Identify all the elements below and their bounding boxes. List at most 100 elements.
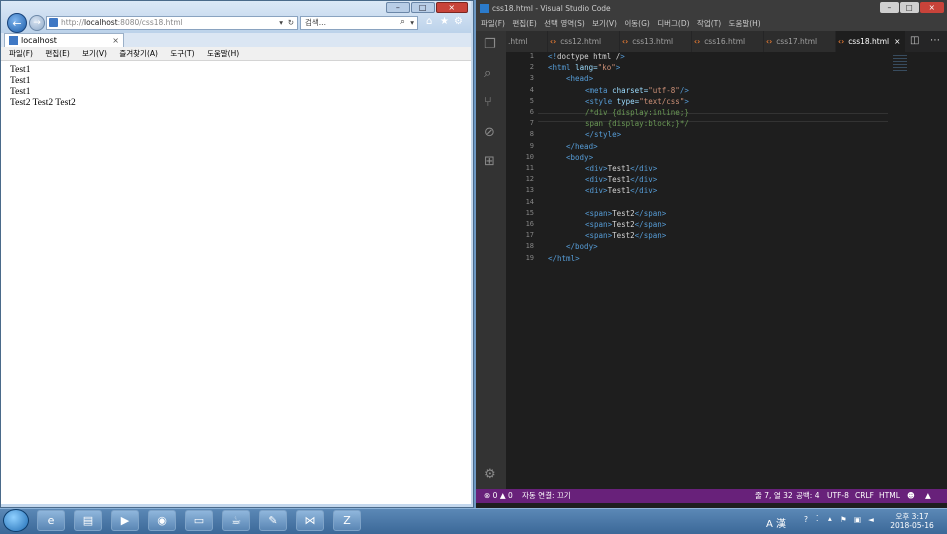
- menu-file[interactable]: 파일(F): [9, 49, 33, 58]
- line-number: 2: [529, 63, 534, 71]
- cursor-position[interactable]: 줄 7, 열 32: [755, 489, 793, 503]
- address-path: :8080/css18.html: [117, 18, 183, 27]
- tab-close-icon[interactable]: ×: [894, 37, 900, 46]
- favorites-star-icon[interactable]: ★: [440, 16, 449, 27]
- chrome-taskbar-icon[interactable]: ◉: [148, 510, 176, 531]
- help-icon[interactable]: ?: [804, 515, 808, 524]
- line-number: 15: [525, 209, 534, 217]
- tab-css16[interactable]: ‹› css16.html: [692, 31, 764, 52]
- content-line: Test2 Test2 Test2: [10, 98, 76, 108]
- menu-tasks[interactable]: 작업(T): [697, 19, 721, 28]
- home-icon[interactable]: ⌂: [426, 16, 432, 27]
- show-hidden-icon[interactable]: ▴: [828, 514, 832, 523]
- menu-selection[interactable]: 선택 영역(S): [544, 19, 585, 28]
- tab-css13[interactable]: ‹› css13.html: [620, 31, 692, 52]
- code-line: <span>Test2</span>: [585, 231, 667, 240]
- maximize-button[interactable]: □: [899, 2, 919, 13]
- menu-file[interactable]: 파일(F): [481, 19, 505, 28]
- autosave-status[interactable]: 자동 연결: 끄기: [522, 489, 571, 503]
- search-icon[interactable]: ⌕: [484, 66, 491, 81]
- menu-edit[interactable]: 편집(E): [512, 19, 536, 28]
- minimap[interactable]: [893, 55, 907, 73]
- network-icon[interactable]: ▣: [854, 515, 861, 524]
- line-number: 7: [529, 119, 534, 127]
- settings-gear-icon[interactable]: ⚙: [484, 467, 496, 482]
- menu-view[interactable]: 보기(V): [592, 19, 617, 28]
- gear-icon[interactable]: ⚙: [454, 16, 463, 27]
- start-button[interactable]: [3, 509, 29, 532]
- search-dropdown-icon[interactable]: ▾: [410, 17, 414, 29]
- line-number: 18: [525, 242, 534, 250]
- menu-go[interactable]: 이동(G): [624, 19, 649, 28]
- cmd-taskbar-icon[interactable]: ▭: [185, 510, 213, 531]
- line-number: 16: [525, 220, 534, 228]
- close-button[interactable]: ×: [435, 2, 468, 13]
- code-line: <span>Test2</span>: [585, 220, 667, 229]
- language-mode[interactable]: HTML: [879, 489, 900, 503]
- explorer-icon[interactable]: ❐: [484, 37, 496, 52]
- line-number: 9: [529, 142, 534, 150]
- editor-tabs: .html ‹› css12.html ‹› css13.html ‹› css16.…: [506, 31, 947, 52]
- address-dropdown-icon[interactable]: ▾: [279, 17, 283, 29]
- menu-view[interactable]: 보기(V): [82, 49, 107, 58]
- address-bar[interactable]: http://localhost:8080/css18.html ▾ ↻: [46, 16, 298, 30]
- media-player-taskbar-icon[interactable]: ▶: [111, 510, 139, 531]
- line-number: 12: [525, 175, 534, 183]
- tab-label: css17.html: [776, 37, 818, 46]
- code-line: span {display:block;}*/: [585, 119, 689, 128]
- tab-label: css13.html: [632, 37, 674, 46]
- ie-taskbar-icon[interactable]: e: [37, 510, 65, 531]
- window-title: css18.html - Visual Studio Code: [492, 4, 611, 13]
- extensions-icon[interactable]: ⊞: [484, 154, 495, 169]
- line-ending[interactable]: CRLF: [855, 489, 874, 503]
- indentation[interactable]: 공백: 4: [796, 489, 819, 503]
- more-actions-icon[interactable]: ⋯: [930, 35, 940, 46]
- minimize-button[interactable]: –: [386, 2, 410, 13]
- vscode-taskbar-icon[interactable]: ⋈: [296, 510, 324, 531]
- page-content: Test1 Test1 Test1 Test2 Test2 Test2: [1, 61, 471, 504]
- notification-bell-icon[interactable]: ▲: [925, 489, 931, 503]
- debug-icon[interactable]: ⊘: [484, 125, 495, 140]
- menu-favorites[interactable]: 즐겨찾기(A): [119, 49, 158, 58]
- refresh-icon[interactable]: ↻: [288, 17, 294, 29]
- split-editor-icon[interactable]: ◫: [910, 35, 919, 46]
- code-line: <meta charset="utf-8"/>: [585, 86, 689, 95]
- java-taskbar-icon[interactable]: ☕: [222, 510, 250, 531]
- clock-date[interactable]: 2018-05-16: [890, 521, 934, 530]
- filezilla-taskbar-icon[interactable]: Z: [333, 510, 361, 531]
- tab-css12[interactable]: ‹› css12.html: [548, 31, 620, 52]
- encoding[interactable]: UTF-8: [827, 489, 849, 503]
- status-bar: ⊗ 0 ▲ 0 자동 연결: 끄기 줄 7, 열 32 공백: 4 UTF-8 …: [476, 489, 947, 503]
- search-icon[interactable]: ⌕: [400, 16, 405, 28]
- editplus-taskbar-icon[interactable]: ✎: [259, 510, 287, 531]
- address-prefix: http://: [61, 18, 84, 27]
- maximize-button[interactable]: □: [410, 2, 435, 13]
- ime-icon[interactable]: A 漢: [766, 515, 786, 530]
- menu-debug[interactable]: 디버그(D): [657, 19, 689, 28]
- volume-icon[interactable]: ◄: [868, 515, 874, 524]
- source-control-icon[interactable]: ⑂: [484, 95, 492, 110]
- tab-label: css16.html: [704, 37, 746, 46]
- minimize-button[interactable]: –: [880, 2, 899, 13]
- close-button[interactable]: ×: [919, 2, 944, 13]
- explorer-taskbar-icon[interactable]: ▤: [74, 510, 102, 531]
- tray-overflow-icon[interactable]: ⁚: [816, 514, 818, 523]
- tab-localhost[interactable]: localhost ×: [4, 33, 124, 47]
- problems-indicator[interactable]: ⊗ 0 ▲ 0: [484, 489, 513, 503]
- back-button[interactable]: ←: [7, 13, 27, 33]
- tab-css18[interactable]: ‹› css18.html ×: [836, 31, 906, 52]
- menu-tools[interactable]: 도구(T): [170, 49, 194, 58]
- vscode-window-controls: – □ ×: [880, 2, 944, 13]
- menu-edit[interactable]: 편집(E): [45, 49, 69, 58]
- content-line: Test1: [10, 87, 31, 97]
- feedback-smiley-icon[interactable]: ☻: [907, 489, 915, 503]
- menu-help[interactable]: 도움말(H): [729, 19, 761, 28]
- search-box[interactable]: 검색... ⌕ ▾: [300, 16, 418, 30]
- tab-html[interactable]: .html: [506, 31, 548, 52]
- tab-close-icon[interactable]: ×: [112, 34, 119, 47]
- forward-button[interactable]: →: [29, 15, 45, 31]
- code-line: </body>: [566, 242, 598, 251]
- flag-icon[interactable]: ⚑: [840, 515, 847, 524]
- menu-help[interactable]: 도움말(H): [207, 49, 239, 58]
- tab-css17[interactable]: ‹› css17.html: [764, 31, 836, 52]
